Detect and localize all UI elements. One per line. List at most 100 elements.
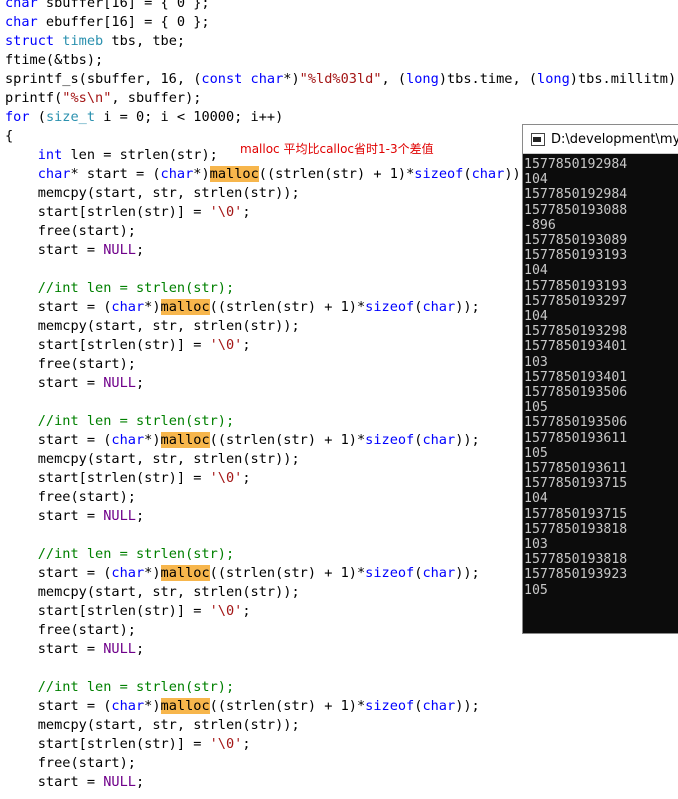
code-token: free(start); [5,755,136,771]
code-token: char [422,432,456,448]
code-line: sprintf_s(sbuffer, 16, (const char*)"%ld… [5,70,678,89]
code-token: start[strlen(str)] = [5,736,210,752]
code-token: )tbs.millitm); [569,71,678,87]
code-token: )); [455,565,480,581]
code-token: for [5,109,30,125]
code-token: ((strlen(str) + 1)* [209,698,366,714]
console-window[interactable]: D:\development\my\c 1577850192984 104 1577… [522,124,678,634]
console-line: 1577850193611 [524,430,628,446]
code-token: ((strlen(str) + 1)* [258,166,415,182]
code-token: sizeof [414,166,464,182]
code-token: *) [144,299,161,315]
code-token: char [111,432,145,448]
console-app-icon [531,132,545,146]
code-token: char [5,14,38,30]
highlighted-token: malloc [160,299,210,315]
code-token: ; [135,774,145,790]
code-token: start = ( [5,299,112,315]
console-line: 103 [524,537,548,553]
code-token: char [422,565,456,581]
console-line: 1577850193715 [524,506,628,522]
code-token: '\0' [209,337,243,353]
code-token: NULL [103,242,136,258]
code-token: ; [242,603,251,619]
code-token: ((strlen(str) + 1)* [209,565,366,581]
console-line: 1577850193818 [524,552,628,568]
code-token: start[strlen(str)] = [5,204,210,220]
code-line: //int len = strlen(str); [5,678,678,697]
console-line: 1577850193401 [524,369,628,385]
annotation-text: malloc 平均比calloc省时1-3个差值 [240,142,434,156]
code-token: char [422,698,456,714]
console-line: 1577850193715 [524,476,628,492]
code-token: len = strlen(str); [62,147,218,163]
code-token: struct [5,33,55,49]
console-titlebar[interactable]: D:\development\my\c [523,125,678,154]
code-token: free(start); [5,223,136,239]
code-token: start = [5,375,104,391]
console-line: 103 [524,354,548,370]
code-token: i = 0; i < 10000; i++) [95,109,284,125]
code-token: )tbs.time, ( [438,71,538,87]
code-token: memcpy(start, str, strlen(str)); [5,584,300,600]
code-token: start = [5,508,104,524]
code-token: start = ( [5,565,112,581]
code-token: start = [5,242,104,258]
code-token: start = [5,774,104,790]
code-token: free(start); [5,622,136,638]
console-line: 105 [524,582,548,598]
code-token: ; [135,508,145,524]
code-token: ; [135,641,145,657]
console-line: 1577850193923 [524,567,628,583]
code-token: ; [242,470,251,486]
code-token: char [111,565,145,581]
console-title: D:\development\my\c [551,131,678,147]
code-token: char [422,299,456,315]
code-line: free(start); [5,754,678,773]
code-token: NULL [103,774,136,790]
code-token: '\0' [209,470,243,486]
code-token: sizeof [365,565,415,581]
code-token: ; [242,204,251,220]
code-token: *) [144,565,161,581]
code-token: ( [29,109,46,125]
code-line: struct timeb tbs, tbe; [5,32,678,51]
console-line: 1577850193298 [524,324,628,340]
code-token: sizeof [365,299,415,315]
console-line: 104 [524,309,548,325]
code-token: , sbuffer); [111,90,202,106]
highlighted-token: malloc [160,432,210,448]
code-token: ; [242,337,251,353]
code-token: *) [283,71,300,87]
code-token: )); [455,432,480,448]
code-token: start[strlen(str)] = [5,470,210,486]
console-output: 1577850192984 104 1577850192984 15778501930… [523,154,678,598]
code-token: printf( [5,90,63,106]
code-token: memcpy(start, str, strlen(str)); [5,451,300,467]
code-token: "%s\n" [62,90,112,106]
console-line: 1577850193506 [524,385,628,401]
code-token: int [37,147,63,163]
code-token: '\0' [209,603,243,619]
console-line: 1577850193506 [524,415,628,431]
code-token: *) [193,166,210,182]
console-line: 1577850192984 [524,187,628,203]
code-token: start = ( [5,698,112,714]
console-line: 1577850193193 [524,278,628,294]
code-token: long [406,71,439,87]
console-line: 1577850193818 [524,521,628,537]
code-token: char [471,166,505,182]
code-token: *) [144,698,161,714]
code-token: sbuffer[16] = { 0 }; [37,0,210,11]
code-token: free(start); [5,356,136,372]
console-line: 104 [524,263,548,279]
code-token: //int len = strlen(str); [37,280,235,296]
code-token: ((strlen(str) + 1)* [209,299,366,315]
